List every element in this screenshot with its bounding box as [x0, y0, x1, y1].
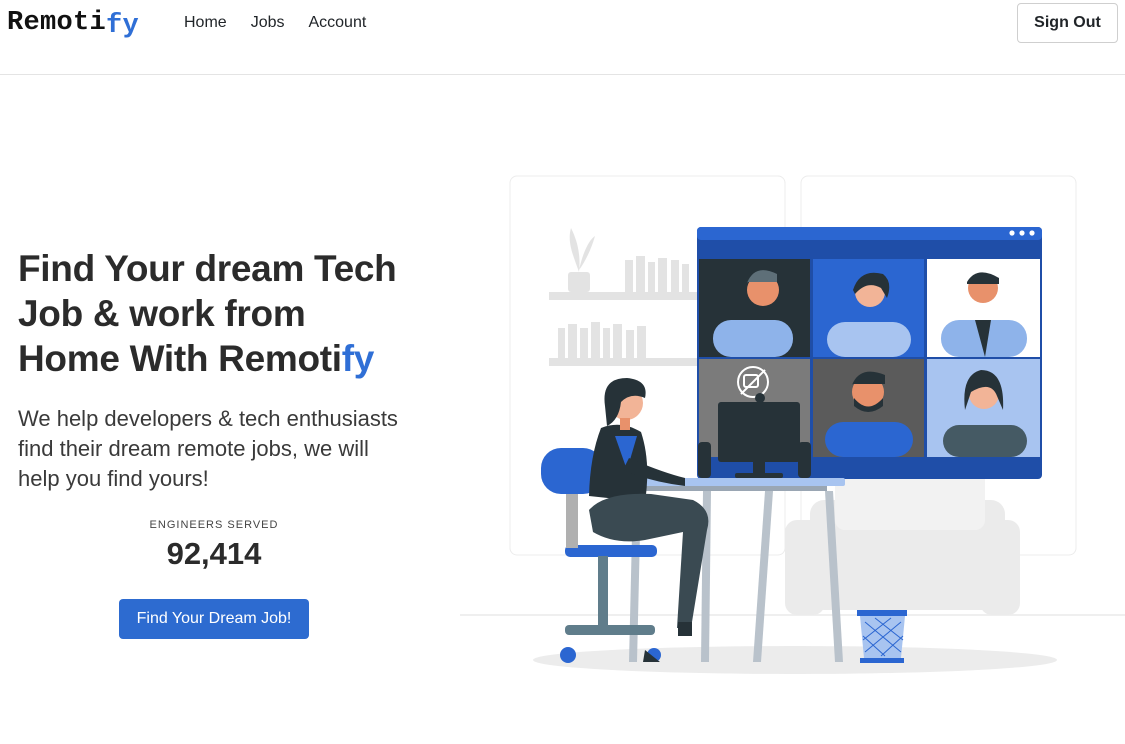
hero-title-line2: Job & work from: [18, 293, 306, 334]
hero-subtitle: We help developers & tech enthusiasts fi…: [18, 406, 398, 491]
floor-shadow: [533, 646, 1057, 674]
hero-title-accent: fy: [341, 338, 375, 379]
nav-account-link[interactable]: Account: [308, 14, 366, 32]
stat-label: ENGINEERS SERVED: [149, 519, 279, 531]
brand-prefix: Remoti: [7, 8, 107, 38]
video-conference-illustration: [455, 170, 1125, 690]
find-dream-job-button[interactable]: Find Your Dream Job!: [119, 599, 309, 639]
stat-value: 92,414: [166, 536, 262, 571]
sign-out-button[interactable]: Sign Out: [1017, 3, 1118, 43]
hero-title-line3: Home With Remoti: [18, 338, 342, 379]
nav-jobs-link[interactable]: Jobs: [251, 14, 285, 32]
brand-logo[interactable]: Remotify: [7, 8, 140, 41]
waste-basket: [857, 610, 907, 663]
brand-suffix: fy: [106, 11, 140, 41]
hero-title: Find Your dream Tech Job & work from Home …: [18, 246, 438, 381]
nav-links: Home Jobs Account: [184, 14, 390, 32]
nav-home-link[interactable]: Home: [184, 14, 227, 32]
illustration-svg: [460, 175, 1125, 674]
hero-title-line1: Find Your dream Tech: [18, 248, 397, 289]
navbar: Remotify Home Jobs Account Sign Out: [0, 0, 1125, 75]
